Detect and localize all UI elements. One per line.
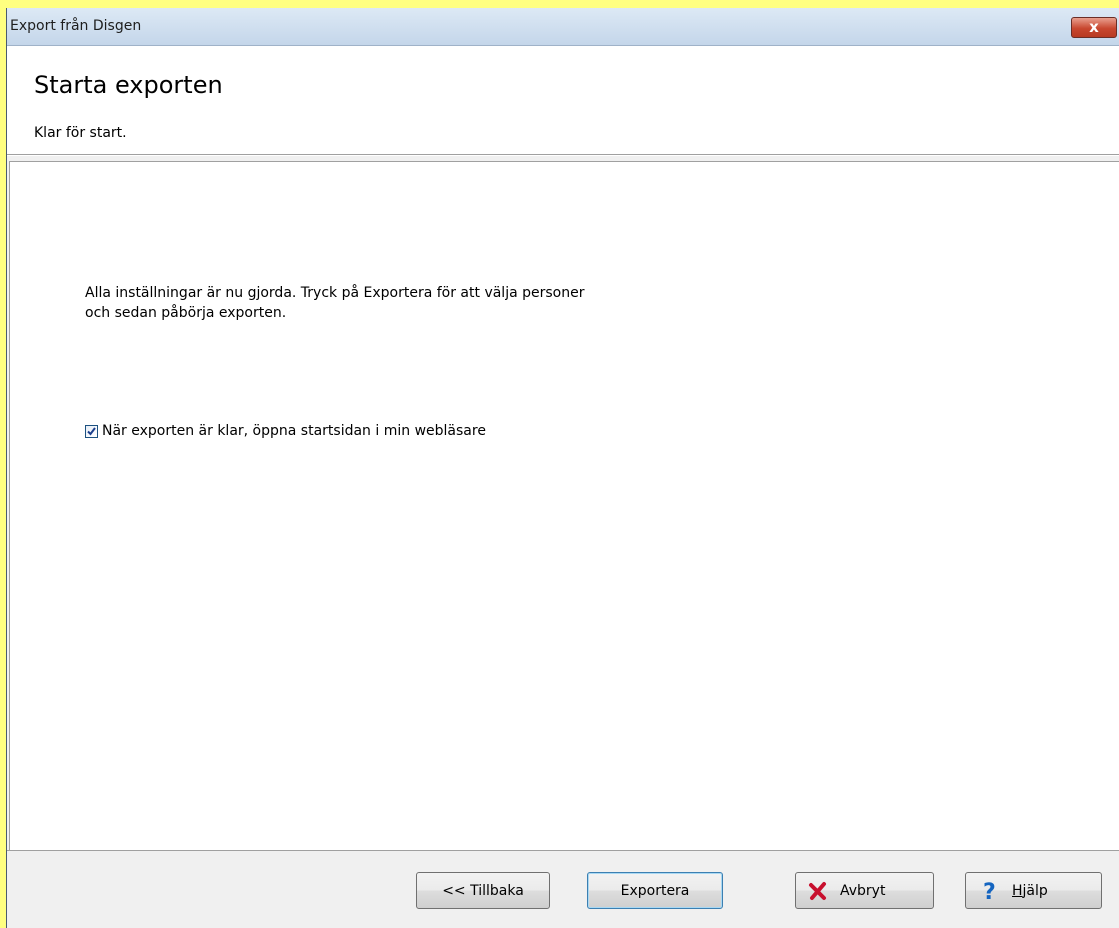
page-title: Starta exporten: [34, 71, 223, 99]
open-browser-checkbox[interactable]: [85, 424, 98, 438]
button-bar: << Tillbaka Exportera Avbryt ? Hjälp: [7, 850, 1119, 928]
instructions-line-1: Alla inställningar är nu gjorda. Tryck p…: [85, 285, 585, 301]
close-button[interactable]: x: [1071, 17, 1117, 38]
help-button-label: Hjälp: [1012, 882, 1048, 899]
page-subtitle: Klar för start.: [34, 125, 127, 141]
back-button[interactable]: << Tillbaka: [416, 872, 550, 909]
wizard-content: Alla inställningar är nu gjorda. Tryck p…: [9, 161, 1119, 850]
checkmark-icon: [87, 426, 96, 436]
svg-text:?: ?: [983, 880, 996, 903]
question-mark-icon: ?: [980, 879, 1000, 903]
instructions-text: Alla inställningar är nu gjorda. Tryck p…: [85, 283, 785, 323]
cancel-x-icon: [808, 881, 828, 901]
open-browser-label: När exporten är klar, öppna startsidan i…: [102, 423, 486, 439]
export-dialog: Export från Disgen x Starta exporten Kla…: [6, 8, 1119, 928]
help-button[interactable]: ? Hjälp: [965, 872, 1102, 909]
title-bar[interactable]: Export från Disgen x: [7, 8, 1119, 46]
export-button[interactable]: Exportera: [587, 872, 723, 909]
close-icon: x: [1089, 18, 1099, 36]
instructions-line-2: och sedan påbörja exporten.: [85, 305, 287, 321]
cancel-button-label: Avbryt: [840, 882, 886, 899]
wizard-header: Starta exporten Klar för start.: [7, 46, 1119, 154]
header-divider: [7, 154, 1119, 156]
window-title: Export från Disgen: [10, 18, 142, 34]
open-browser-option[interactable]: När exporten är klar, öppna startsidan i…: [85, 421, 486, 441]
cancel-button[interactable]: Avbryt: [795, 872, 934, 909]
